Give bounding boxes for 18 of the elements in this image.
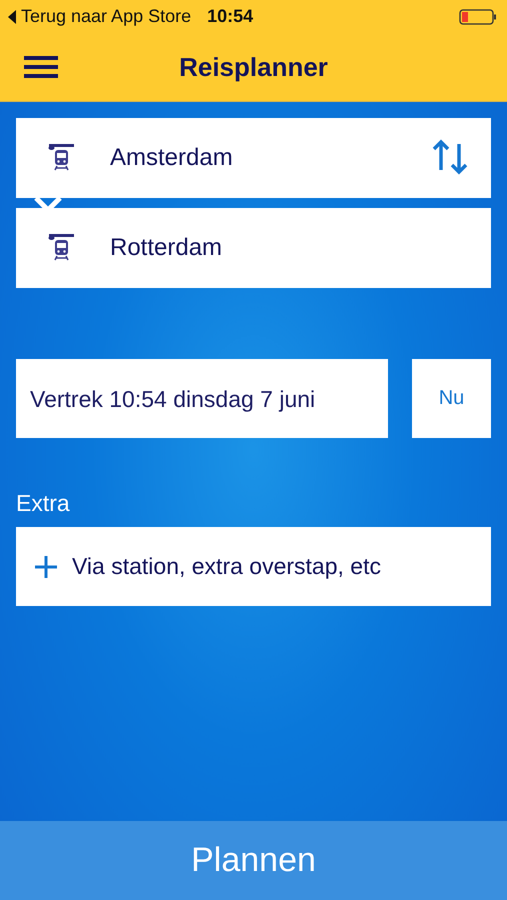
menu-button[interactable]	[24, 54, 58, 80]
now-button[interactable]: Nu	[412, 359, 491, 438]
back-link[interactable]: Terug naar App Store	[8, 6, 192, 27]
battery-icon	[459, 8, 497, 24]
plus-icon	[34, 554, 58, 578]
add-extra-button[interactable]: Via station, extra overstap, etc	[16, 527, 491, 606]
departure-time-field[interactable]: Vertrek 10:54 dinsdag 7 juni	[16, 359, 388, 438]
train-station-icon	[46, 233, 76, 263]
train-station-icon	[46, 143, 76, 173]
section-label: Extra	[16, 490, 70, 517]
back-icon	[8, 10, 17, 24]
menu-icon	[24, 54, 58, 80]
station-field[interactable]: Amsterdam	[110, 144, 233, 172]
swap-button[interactable]	[431, 138, 469, 176]
station-field[interactable]: Rotterdam	[110, 234, 222, 262]
swap-icon	[431, 138, 469, 176]
page-title: Reisplanner	[179, 52, 328, 82]
status-time: 10:54	[207, 6, 254, 27]
